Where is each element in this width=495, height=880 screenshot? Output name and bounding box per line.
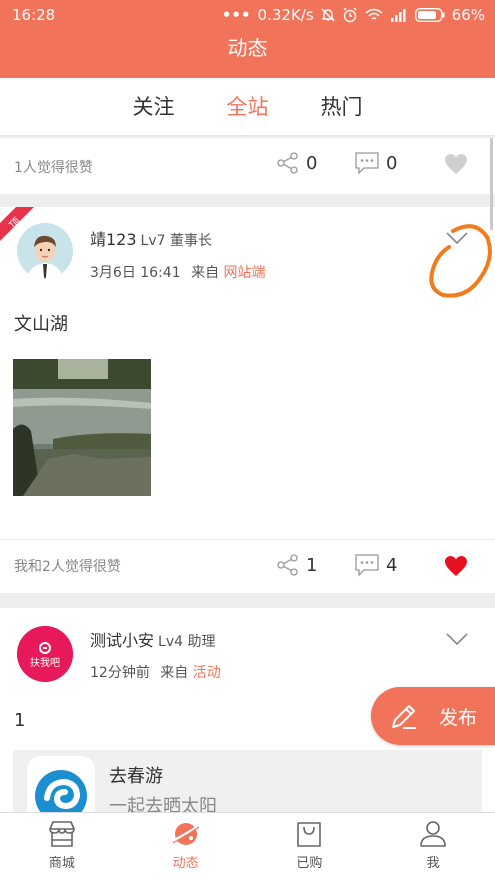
comment-icon (355, 152, 379, 175)
status-bar: 16:28 ••• 0.32K/s 66% (0, 0, 495, 30)
tab-all-site[interactable]: 全站 (227, 78, 269, 135)
post-author: 靖123 Lv7 董事长 (90, 226, 212, 250)
author-level: Lv7 董事长 (140, 233, 212, 249)
nav-item-me[interactable]: 我 (371, 813, 495, 880)
nav-item-feed[interactable]: 动态 (124, 813, 248, 880)
avatar-man-icon (17, 223, 73, 279)
post-action-bar: 我和2人觉得很赞 1 4 (0, 539, 495, 593)
share-icon (277, 152, 298, 174)
app-screen: 16:28 ••• 0.32K/s 66% 动态 关注 全站 热门 1人觉得很赞… (0, 0, 495, 880)
scrollbar-thumb[interactable] (490, 138, 493, 230)
comment-button[interactable]: 4 (354, 553, 397, 577)
more-dots-icon: ••• (221, 6, 251, 24)
post-time: 3月6日 16:41 (90, 265, 181, 281)
comment-icon (355, 554, 379, 577)
post-author: 测试小安 Lv4 助理 (90, 627, 215, 651)
publish-button[interactable]: 发布 (371, 687, 495, 745)
previous-post-action-bar: 1人觉得很赞 0 0 (0, 138, 495, 194)
author-level: Lv4 助理 (158, 634, 216, 650)
share-button[interactable]: 1 (276, 553, 317, 577)
tab-hot[interactable]: 热门 (321, 78, 363, 135)
app-header: 16:28 ••• 0.32K/s 66% 动态 (0, 0, 495, 78)
nav-label-me: 我 (426, 856, 440, 871)
comment-button[interactable]: 0 (354, 151, 397, 175)
wifi-icon (365, 8, 383, 20)
mute-icon (320, 8, 335, 22)
source-prefix: 来自 (191, 265, 220, 281)
annotation-circle (429, 224, 492, 298)
post-meta: 12分钟前 来自 活动 (90, 662, 221, 682)
pencil-icon (392, 705, 416, 729)
network-speed: 0.32K/s (257, 6, 314, 24)
planet-icon (171, 823, 201, 845)
chevron-down-icon[interactable] (445, 632, 469, 646)
nav-label-purchased: 已购 (296, 856, 323, 871)
person-icon (420, 821, 446, 847)
comment-count: 0 (386, 152, 398, 174)
status-time: 16:28 (12, 6, 56, 24)
brand-logo-icon: 扶我吧 (17, 626, 73, 682)
avatar[interactable] (17, 223, 73, 279)
nav-item-shop[interactable]: 商城 (0, 813, 124, 880)
link-preview-card[interactable]: 去春游 一起去晒太阳 (13, 750, 482, 818)
battery-icon (414, 8, 445, 22)
avatar[interactable]: 扶我吧 (17, 626, 73, 682)
heart-filled-icon (445, 556, 467, 576)
author-name[interactable]: 测试小安 (90, 631, 154, 650)
share-icon (277, 554, 298, 576)
author-name[interactable]: 靖123 (90, 230, 137, 249)
like-summary: 我和2人觉得很赞 (14, 559, 121, 575)
bottom-nav: 商城 动态 已购 我 (0, 812, 495, 880)
comment-count: 4 (386, 554, 398, 576)
spiral-logo-icon (27, 756, 95, 818)
lake-photo-icon (13, 359, 151, 496)
link-thumbnail (27, 756, 95, 818)
tab-follow[interactable]: 关注 (133, 78, 175, 135)
post-source[interactable]: 网站端 (224, 265, 266, 281)
like-button[interactable] (444, 555, 468, 581)
share-count: 0 (306, 152, 318, 174)
avatar-text: 扶我吧 (30, 656, 60, 669)
post-image[interactable] (13, 359, 151, 496)
battery-percent: 66% (451, 6, 485, 24)
post-source[interactable]: 活动 (193, 665, 221, 681)
status-icons: ••• 0.32K/s 66% (222, 6, 485, 24)
post-meta: 3月6日 16:41 来自 网站端 (90, 262, 266, 282)
share-count: 1 (306, 554, 318, 576)
link-title: 去春游 (109, 766, 163, 787)
source-prefix: 来自 (160, 665, 189, 681)
nav-item-purchased[interactable]: 已购 (248, 813, 372, 880)
publish-label: 发布 (439, 706, 478, 729)
nav-label-shop: 商城 (48, 856, 75, 871)
heart-outline-icon (445, 154, 467, 174)
nav-label-feed: 动态 (172, 856, 199, 871)
like-summary: 1人觉得很赞 (14, 160, 93, 176)
shop-icon (49, 821, 75, 847)
signal-icon (390, 9, 406, 22)
like-button[interactable] (444, 153, 468, 179)
post-text: 1 (14, 710, 26, 731)
feed-tabs: 关注 全站 热门 (0, 78, 495, 136)
share-button[interactable]: 0 (276, 151, 317, 175)
post-text: 文山湖 (14, 314, 68, 335)
page-title: 动态 (227, 36, 268, 60)
post-time: 12分钟前 (90, 665, 150, 681)
post-card: 顶 靖123 Lv7 董事长 3月6日 16:41 来自 网站端 文山湖 我和2… (0, 207, 495, 593)
bag-icon (297, 822, 322, 847)
alarm-icon (343, 7, 357, 23)
